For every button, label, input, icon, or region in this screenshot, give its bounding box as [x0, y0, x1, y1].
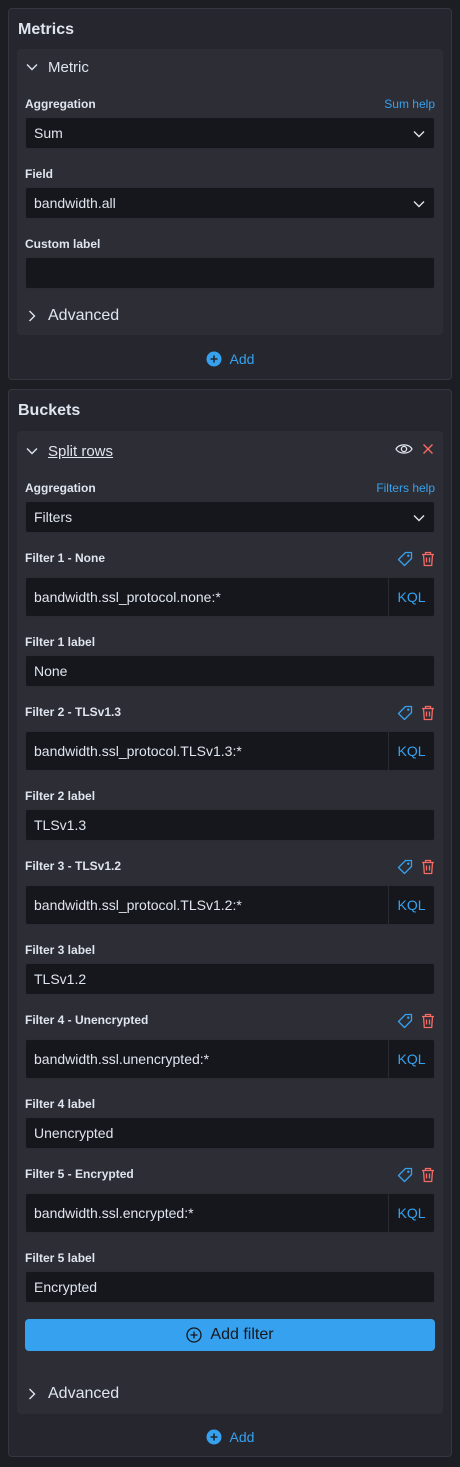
tag-icon[interactable]: [397, 1013, 413, 1029]
filter-4-title: Filter 4 - Unencrypted: [25, 1013, 149, 1027]
bucket-aggregation-label: Aggregation: [25, 481, 96, 495]
add-bucket-label: Add: [229, 1429, 255, 1445]
filter-2-label-input[interactable]: TLSv1.3: [25, 809, 435, 841]
chevron-down-icon: [413, 515, 425, 522]
chevron-right-icon: [29, 1388, 36, 1400]
tag-icon[interactable]: [397, 1167, 413, 1183]
plus-circle-icon: [206, 351, 222, 367]
filter-2-title: Filter 2 - TLSv1.3: [25, 705, 122, 719]
metric-accordion: Metric Aggregation Sum help Sum Field ba…: [17, 49, 443, 335]
bucket-advanced-label: Advanced: [48, 1385, 120, 1402]
kql-toggle[interactable]: KQL: [388, 732, 434, 770]
filter-2-query-input[interactable]: bandwidth.ssl_protocol.TLSv1.3:* KQL: [25, 731, 435, 771]
metric-aggregation-value: Sum: [34, 125, 63, 141]
filter-1-title: Filter 1 - None: [25, 551, 106, 565]
filter-5-actions: [397, 1167, 435, 1183]
trash-icon[interactable]: [421, 551, 435, 567]
chevron-down-icon: [413, 131, 425, 138]
trash-icon[interactable]: [421, 705, 435, 721]
chevron-down-icon: [26, 448, 38, 455]
kql-toggle[interactable]: KQL: [388, 578, 434, 616]
filter-5-title: Filter 5 - Encrypted: [25, 1167, 134, 1181]
filter-5-query: bandwidth.ssl.encrypted:*: [34, 1205, 194, 1221]
chevron-right-icon: [29, 310, 36, 322]
filter-3-label-title: Filter 3 label: [25, 943, 96, 957]
filter-3-query-input[interactable]: bandwidth.ssl_protocol.TLSv1.2:* KQL: [25, 885, 435, 925]
field-label: Field: [25, 167, 54, 181]
filter-5-query-input[interactable]: bandwidth.ssl.encrypted:* KQL: [25, 1193, 435, 1233]
filter-4-label-input[interactable]: Unencrypted: [25, 1117, 435, 1149]
chevron-down-icon: [26, 64, 38, 71]
filter-4-actions: [397, 1013, 435, 1029]
add-filter-button[interactable]: Add filter: [25, 1319, 435, 1351]
split-rows-actions: [395, 442, 435, 456]
metric-accordion-toggle[interactable]: Metric: [25, 55, 89, 79]
filter-1-query-input[interactable]: bandwidth.ssl_protocol.none:* KQL: [25, 577, 435, 617]
filter-4-label-title: Filter 4 label: [25, 1097, 96, 1111]
add-metric-label: Add: [229, 351, 255, 367]
filter-1-actions: [397, 551, 435, 567]
buckets-title: Buckets: [18, 402, 81, 419]
metric-advanced-toggle[interactable]: Advanced: [25, 304, 119, 328]
tag-icon[interactable]: [397, 859, 413, 875]
filter-3-query: bandwidth.ssl_protocol.TLSv1.2:*: [34, 897, 242, 913]
add-filter-label: Add filter: [210, 1326, 274, 1343]
tag-icon[interactable]: [397, 705, 413, 721]
custom-label-input[interactable]: [25, 257, 435, 289]
sum-help-link[interactable]: Sum help: [384, 97, 435, 111]
tag-icon[interactable]: [397, 551, 413, 567]
split-rows-title: Split rows: [48, 442, 114, 460]
filter-1-label-title: Filter 1 label: [25, 635, 96, 649]
custom-label-label: Custom label: [25, 237, 101, 251]
plus-circle-icon: [206, 1429, 222, 1445]
eye-icon[interactable]: [395, 442, 413, 456]
split-rows-toggle[interactable]: Split rows: [25, 439, 113, 463]
filter-2-label-title: Filter 2 label: [25, 789, 96, 803]
kql-toggle[interactable]: KQL: [388, 1040, 434, 1078]
filters-help-link[interactable]: Filters help: [376, 481, 435, 495]
filter-4-query: bandwidth.ssl.unencrypted:*: [34, 1051, 210, 1067]
split-rows-accordion: Split rows Aggregation Filters help Filt…: [17, 431, 443, 1414]
metric-accordion-title: Metric: [48, 58, 89, 76]
add-metric-button[interactable]: Add: [9, 351, 451, 367]
metric-aggregation-select[interactable]: Sum: [25, 117, 435, 149]
filter-3-title: Filter 3 - TLSv1.2: [25, 859, 122, 873]
field-value: bandwidth.all: [34, 195, 116, 211]
metric-aggregation-label: Aggregation: [25, 97, 96, 111]
plus-circle-icon: [186, 1327, 203, 1343]
bucket-aggregation-value: Filters: [34, 509, 73, 525]
bucket-aggregation-select[interactable]: Filters: [25, 501, 435, 533]
trash-icon[interactable]: [421, 1167, 435, 1183]
kql-toggle[interactable]: KQL: [388, 886, 434, 924]
buckets-panel: Buckets Split rows Aggregation Filters h…: [8, 389, 452, 1457]
metric-advanced-label: Advanced: [48, 307, 120, 324]
field-select[interactable]: bandwidth.all: [25, 187, 435, 219]
trash-icon[interactable]: [421, 1013, 435, 1029]
filter-5-label-title: Filter 5 label: [25, 1251, 96, 1265]
filter-3-actions: [397, 859, 435, 875]
metrics-title: Metrics: [18, 21, 75, 38]
filter-1-label-input[interactable]: None: [25, 655, 435, 687]
filter-2-query: bandwidth.ssl_protocol.TLSv1.3:*: [34, 743, 242, 759]
filter-2-actions: [397, 705, 435, 721]
filter-3-label-input[interactable]: TLSv1.2: [25, 963, 435, 995]
trash-icon[interactable]: [421, 859, 435, 875]
filter-1-query: bandwidth.ssl_protocol.none:*: [34, 589, 221, 605]
bucket-advanced-toggle[interactable]: Advanced: [25, 1382, 119, 1406]
chevron-down-icon: [413, 201, 425, 208]
filter-5-label-input[interactable]: Encrypted: [25, 1271, 435, 1303]
kql-toggle[interactable]: KQL: [388, 1194, 434, 1232]
filter-4-query-input[interactable]: bandwidth.ssl.unencrypted:* KQL: [25, 1039, 435, 1079]
cross-icon[interactable]: [421, 442, 435, 456]
metrics-panel: Metrics Metric Aggregation Sum help Sum …: [8, 8, 452, 380]
add-bucket-button[interactable]: Add: [9, 1429, 451, 1445]
